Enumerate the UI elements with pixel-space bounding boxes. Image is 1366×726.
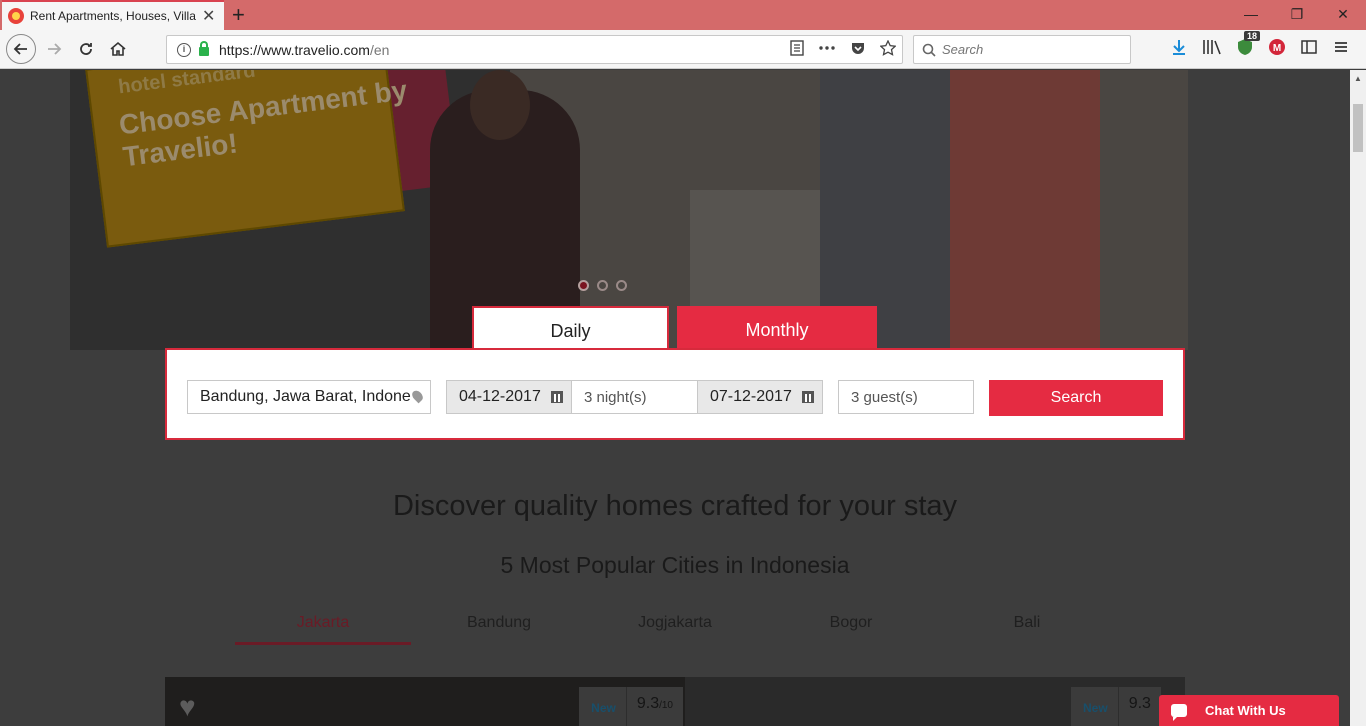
svg-text:M: M	[1273, 43, 1281, 54]
rating-score: 9.3/10	[627, 687, 683, 726]
location-input[interactable]: Bandung, Jawa Barat, Indone	[187, 380, 431, 414]
search-input[interactable]	[942, 42, 1122, 57]
guests-value: 3 guest(s)	[851, 388, 918, 406]
rating-badge: New 9.3/10	[579, 687, 683, 726]
toolbar-icons: 18 M	[1170, 31, 1350, 61]
window-controls: — ❐ ✕	[1228, 0, 1366, 30]
url-text[interactable]: https://www.travelio.com/en	[219, 42, 389, 58]
restore-button[interactable]: ❐	[1274, 0, 1320, 30]
guests-select[interactable]: 3 guest(s)	[838, 380, 974, 414]
minimize-button[interactable]: —	[1228, 0, 1274, 30]
carousel-dots	[578, 280, 627, 291]
scroll-thumb[interactable]	[1353, 104, 1363, 152]
city-tab-bali[interactable]: Bali	[939, 614, 1115, 645]
hamburger-menu-icon[interactable]	[1332, 38, 1350, 56]
popular-cities-title: 5 Most Popular Cities in Indonesia	[500, 552, 850, 578]
city-tab-jakarta[interactable]: Jakarta	[235, 614, 411, 645]
url-domain: https://www.travelio.com	[219, 41, 370, 58]
chat-with-us-button[interactable]: Chat With Us	[1159, 695, 1339, 726]
back-arrow-icon	[13, 43, 27, 55]
navigation-toolbar: i https://www.travelio.com/en 18 M	[0, 30, 1366, 69]
calendar-icon	[551, 391, 563, 403]
reload-button[interactable]	[74, 35, 98, 63]
tab-title: Rent Apartments, Houses, Villas	[30, 9, 196, 23]
booking-form: Bandung, Jawa Barat, Indone 04-12-2017 3…	[165, 348, 1185, 440]
close-window-button[interactable]: ✕	[1320, 0, 1366, 30]
check-in-value: 04-12-2017	[459, 388, 541, 405]
m-extension-icon[interactable]: M	[1268, 38, 1286, 56]
bookmark-star-icon[interactable]	[880, 40, 896, 56]
check-out-value: 07-12-2017	[710, 388, 792, 405]
new-badge: New	[1071, 687, 1119, 726]
hero-guest-woman	[950, 70, 1100, 350]
carousel-dot-1[interactable]	[578, 280, 589, 291]
chat-label: Chat With Us	[1205, 703, 1286, 718]
calendar-icon	[802, 391, 814, 403]
chat-bubble-icon	[1171, 704, 1187, 721]
city-tab-bandung[interactable]: Bandung	[411, 614, 587, 645]
city-tabs: Jakarta Bandung Jogjakarta Bogor Bali	[235, 614, 1115, 645]
new-badge: New	[579, 687, 627, 726]
hero-host-head	[470, 70, 530, 140]
score-value: 9.3	[636, 695, 660, 712]
check-out-date[interactable]: 07-12-2017	[697, 380, 823, 414]
nights-select[interactable]: 3 night(s)	[571, 380, 699, 414]
travelio-favicon-icon	[8, 8, 24, 24]
city-tab-jogjakarta[interactable]: Jogjakarta	[587, 614, 763, 645]
page-headline: Discover quality homes crafted for your …	[392, 490, 958, 522]
address-bar[interactable]: i https://www.travelio.com/en	[166, 35, 903, 64]
shield-badge-count: 18	[1244, 31, 1261, 41]
info-icon[interactable]: i	[177, 42, 191, 57]
lock-icon	[199, 41, 209, 56]
page-scrollbar[interactable]: ▲	[1350, 70, 1366, 726]
location-pin-icon	[410, 388, 425, 404]
home-icon	[110, 41, 126, 56]
reload-icon	[80, 43, 92, 55]
listing-card[interactable]: New 9.3	[685, 677, 1185, 726]
browser-tab[interactable]: Rent Apartments, Houses, Villas ✕	[2, 0, 224, 30]
rating-badge: New 9.3	[1071, 687, 1161, 726]
url-actions	[790, 40, 896, 56]
page: hotel standard Choose Apartment by Trave…	[0, 70, 1350, 726]
tab-daily[interactable]: Daily	[472, 306, 669, 350]
search-button[interactable]: Search	[989, 380, 1163, 416]
tab-bar: Rent Apartments, Houses, Villas ✕ + — ❐ …	[0, 0, 1366, 30]
more-actions-icon[interactable]	[818, 40, 836, 56]
rental-type-tabs: Daily Monthly	[472, 306, 877, 350]
location-value: Bandung, Jawa Barat, Indone	[200, 388, 411, 405]
score-value: 9.3	[1128, 695, 1151, 712]
sidebar-icon[interactable]	[1300, 38, 1318, 56]
forward-arrow-icon	[48, 43, 62, 55]
new-tab-button[interactable]: +	[232, 2, 245, 28]
forward-button[interactable]	[42, 35, 66, 63]
home-button[interactable]	[106, 35, 130, 63]
extension-shield[interactable]: 18	[1236, 31, 1261, 61]
nights-value: 3 night(s)	[584, 388, 647, 406]
carousel-dot-3[interactable]	[616, 280, 627, 291]
heart-icon[interactable]: ♥	[179, 691, 196, 723]
rating-score: 9.3	[1119, 687, 1161, 726]
library-icon[interactable]	[1202, 38, 1222, 56]
url-path: /en	[369, 41, 390, 58]
tab-monthly[interactable]: Monthly	[677, 306, 877, 350]
score-max: /10	[659, 700, 673, 711]
carousel-dot-2[interactable]	[597, 280, 608, 291]
search-icon	[922, 43, 936, 57]
listing-card[interactable]: ♥ New 9.3/10	[165, 677, 685, 726]
city-tab-bogor[interactable]: Bogor	[763, 614, 939, 645]
downloads-icon[interactable]	[1170, 38, 1188, 56]
check-in-date[interactable]: 04-12-2017	[446, 380, 572, 414]
tab-close-icon[interactable]: ✕	[202, 6, 215, 26]
reader-view-icon[interactable]	[790, 40, 804, 56]
pocket-icon[interactable]	[850, 40, 866, 56]
back-button[interactable]	[6, 34, 36, 64]
search-bar[interactable]	[913, 35, 1131, 64]
scroll-up-arrow-icon[interactable]: ▲	[1354, 74, 1362, 83]
